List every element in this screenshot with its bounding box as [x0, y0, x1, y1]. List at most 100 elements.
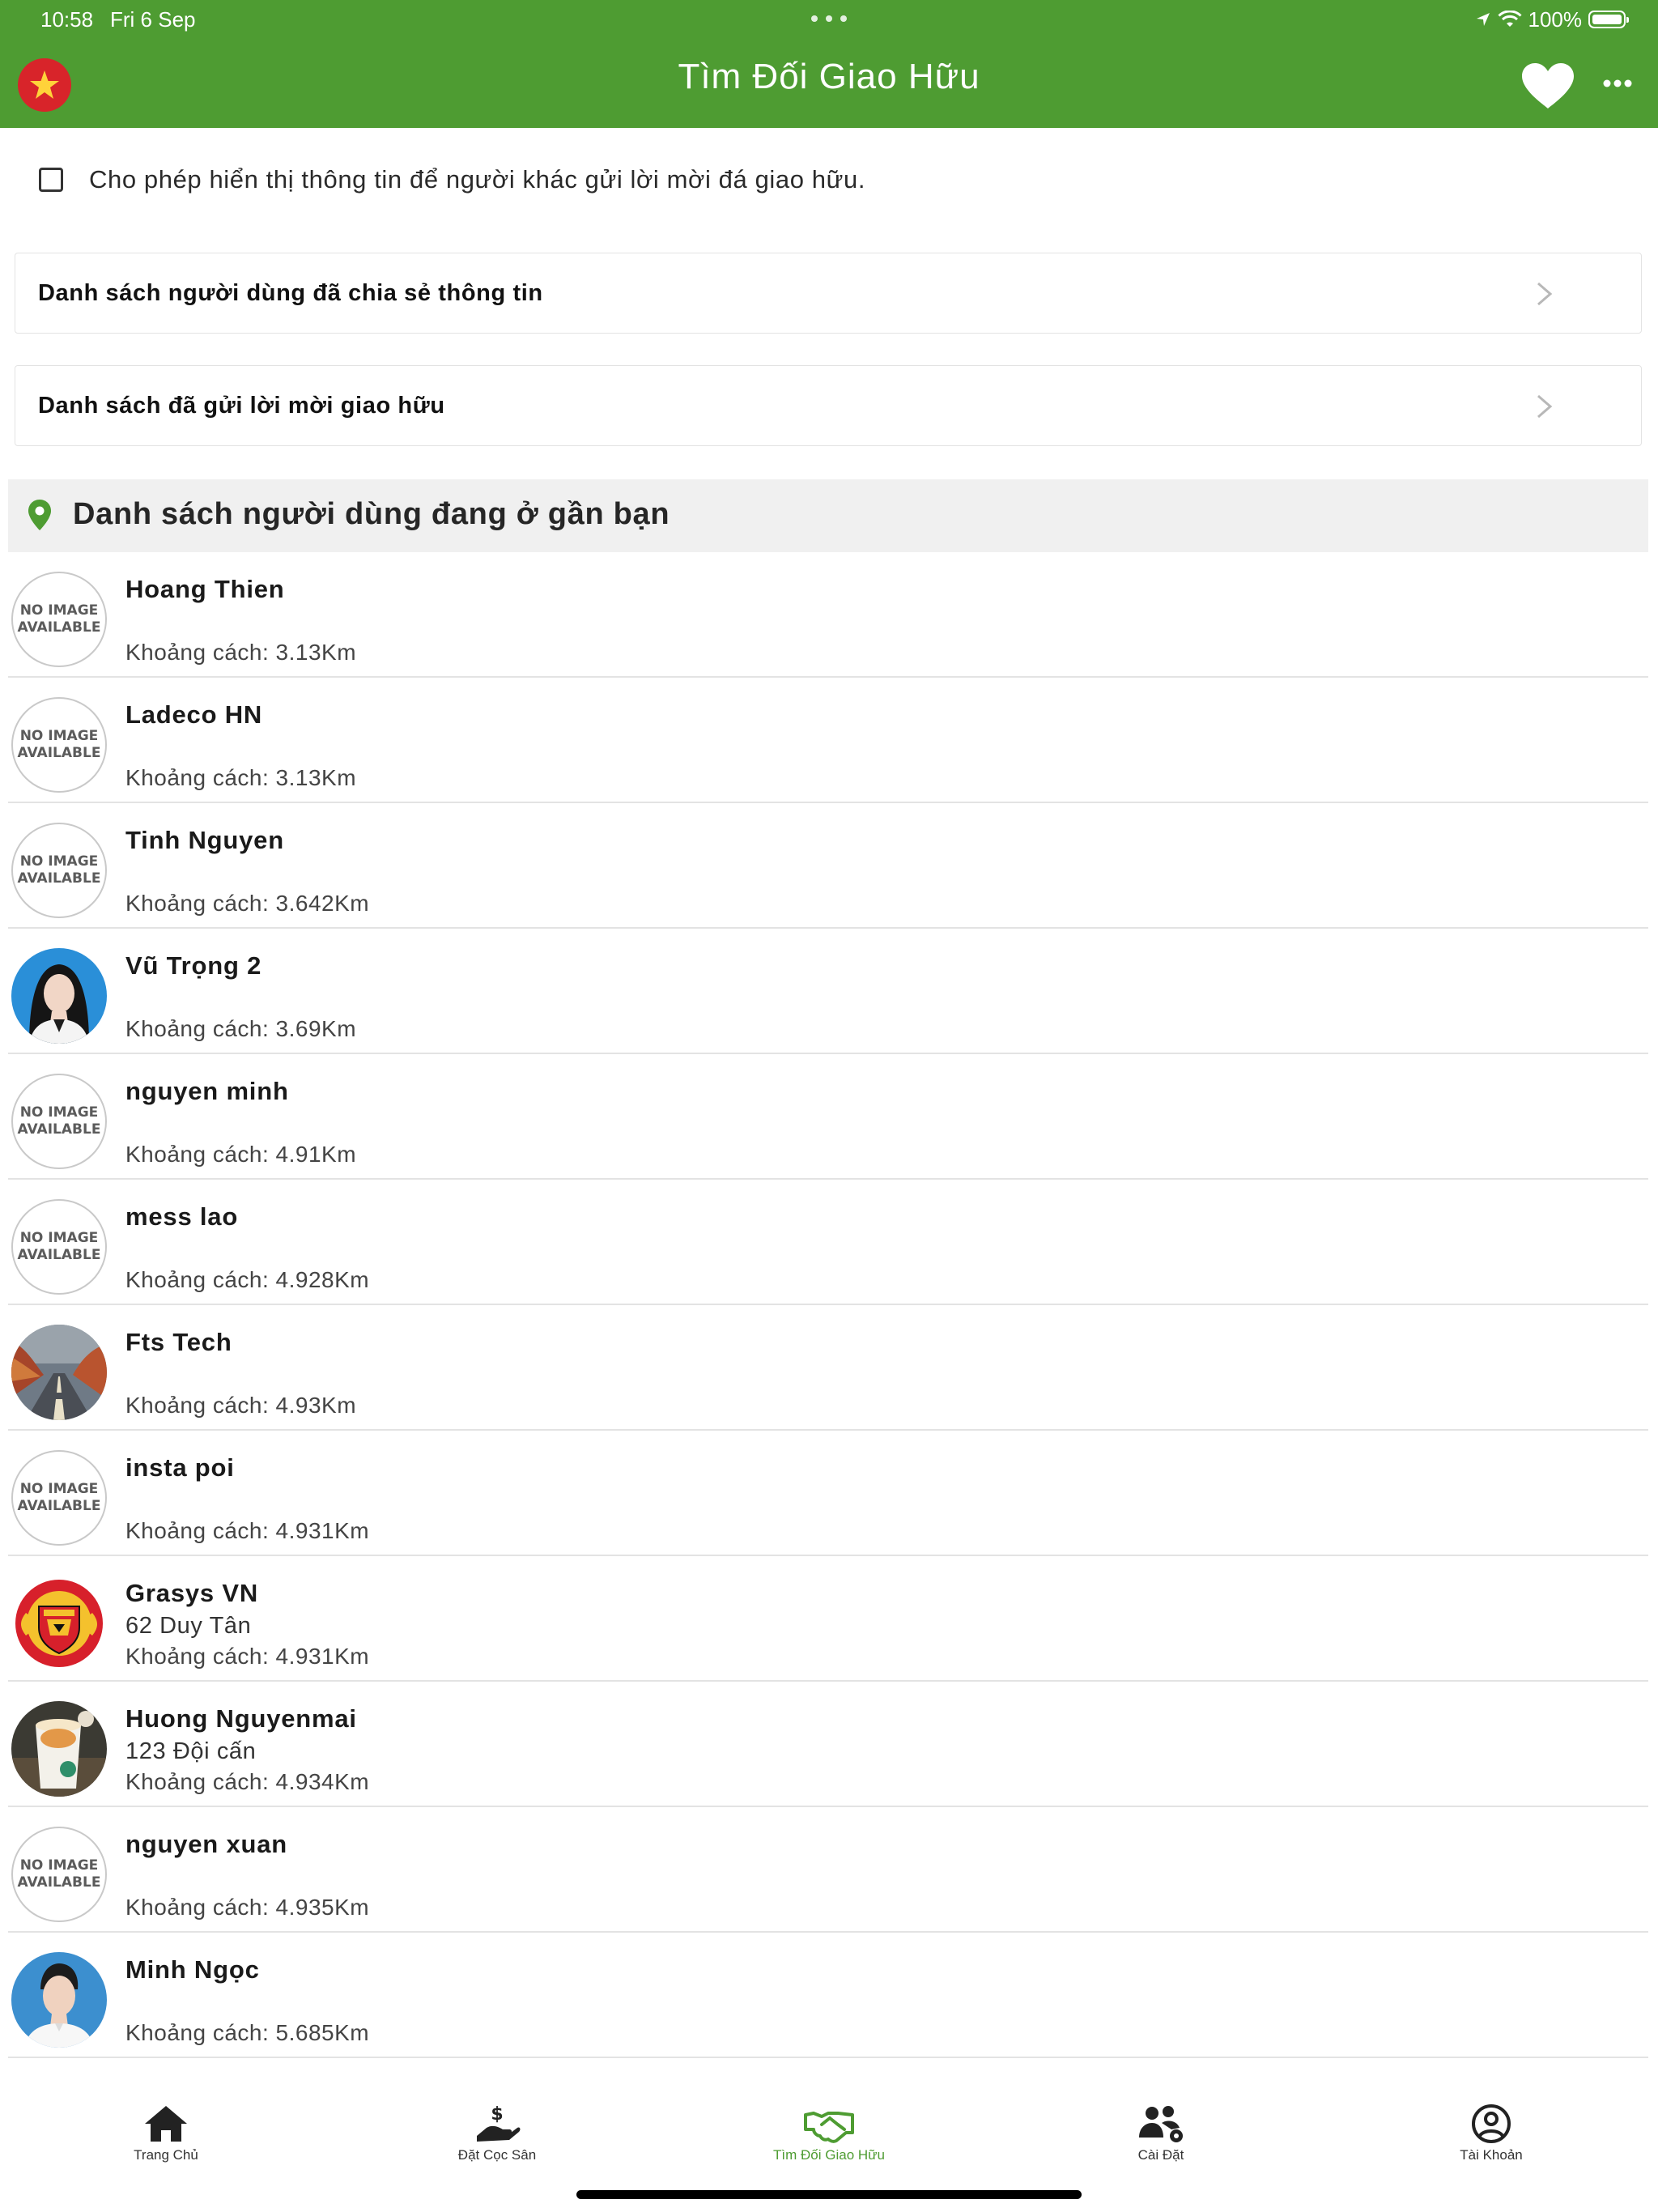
user-distance: Khoảng cách: 4.931Km	[125, 1644, 370, 1669]
shared-users-list-link[interactable]: Danh sách người dùng đã chia sẻ thông ti…	[15, 253, 1642, 334]
user-avatar-photo	[11, 1325, 107, 1420]
user-distance: Khoảng cách: 3.69Km	[125, 1016, 357, 1041]
user-row[interactable]: NO IMAGE AVAILABLE insta poi Khoảng cách…	[8, 1431, 1648, 1556]
user-avatar-photo	[11, 948, 107, 1044]
tab-find-match[interactable]: Tìm Đối Giao Hữu	[732, 2104, 926, 2163]
tab-home[interactable]: Trang Chủ	[69, 2104, 263, 2163]
user-row[interactable]: Fts Tech Khoảng cách: 4.93Km	[8, 1305, 1648, 1431]
user-distance: Khoảng cách: 3.13Km	[125, 765, 357, 790]
no-image-avatar: NO IMAGE AVAILABLE	[11, 572, 107, 667]
nearby-users-list: NO IMAGE AVAILABLE Hoang Thien Khoảng cá…	[8, 552, 1648, 2058]
user-distance: Khoảng cách: 4.934Km	[125, 1769, 370, 1794]
multitasking-dots-icon[interactable]	[810, 15, 848, 23]
handshake-icon	[804, 2112, 854, 2143]
user-avatar-photo	[11, 1701, 107, 1797]
status-date: Fri 6 Sep	[110, 7, 196, 32]
user-row[interactable]: Vũ Trọng 2 Khoảng cách: 3.69Km	[8, 929, 1648, 1054]
shared-users-list-label: Danh sách người dùng đã chia sẻ thông ti…	[38, 280, 543, 306]
top-bar: 10:58 Fri 6 Sep 100% Tìm Đối Giao Hữu	[0, 0, 1658, 128]
user-name: nguyen xuan	[125, 1830, 287, 1858]
team-settings-icon	[1139, 2106, 1183, 2142]
chevron-right-icon	[1537, 282, 1553, 306]
no-image-text: NO IMAGE AVAILABLE	[17, 1230, 101, 1263]
tab-account-label: Tài Khoản	[1460, 2147, 1523, 2163]
user-distance: Khoảng cách: 5.685Km	[125, 2020, 370, 2045]
status-time: 10:58	[40, 7, 94, 32]
no-image-avatar: NO IMAGE AVAILABLE	[11, 1827, 107, 1922]
user-row[interactable]: NO IMAGE AVAILABLE nguyen minh Khoảng cá…	[8, 1054, 1648, 1180]
user-name: nguyen minh	[125, 1077, 289, 1105]
tab-home-label: Trang Chủ	[134, 2147, 198, 2163]
share-info-consent[interactable]: Cho phép hiển thị thông tin để người khá…	[39, 165, 865, 194]
tab-deposit-label: Đặt Cọc Sân	[457, 2147, 537, 2163]
svg-text:$: $	[491, 2104, 503, 2125]
battery-icon	[1588, 11, 1629, 28]
no-image-text: NO IMAGE AVAILABLE	[17, 602, 101, 636]
user-avatar-photo	[11, 1952, 107, 2048]
autumn-road-image	[11, 1325, 107, 1420]
home-indicator[interactable]	[576, 2190, 1082, 2199]
user-row[interactable]: NO IMAGE AVAILABLE Hoang Thien Khoảng cá…	[8, 552, 1648, 678]
share-info-checkbox[interactable]	[39, 168, 63, 192]
tab-settings[interactable]: Cài Đặt	[1064, 2104, 1258, 2163]
status-indicators: 100%	[1475, 5, 1629, 34]
no-image-avatar: NO IMAGE AVAILABLE	[11, 1450, 107, 1546]
user-name: Huong Nguyenmai	[125, 1704, 357, 1733]
no-image-avatar: NO IMAGE AVAILABLE	[11, 823, 107, 918]
no-image-text: NO IMAGE AVAILABLE	[17, 728, 101, 761]
user-avatar-logo	[11, 1576, 107, 1671]
user-address: 62 Duy Tân	[125, 1613, 252, 1639]
favorite-heart-icon[interactable]	[1520, 62, 1575, 110]
user-row[interactable]: NO IMAGE AVAILABLE mess lao Khoảng cách:…	[8, 1180, 1648, 1305]
user-name: Hoang Thien	[125, 575, 285, 603]
user-distance: Khoảng cách: 4.935Km	[125, 1895, 370, 1920]
user-row[interactable]: Huong Nguyenmai 123 Đội cấn Khoảng cách:…	[8, 1682, 1648, 1807]
no-image-text: NO IMAGE AVAILABLE	[17, 1481, 101, 1514]
portrait-man-image	[11, 1952, 107, 2048]
share-info-label: Cho phép hiển thị thông tin để người khá…	[89, 165, 866, 194]
deposit-icon: $	[477, 2104, 521, 2142]
location-arrow-icon	[1476, 13, 1490, 26]
user-distance: Khoảng cách: 4.928Km	[125, 1267, 370, 1292]
no-image-text: NO IMAGE AVAILABLE	[17, 1857, 101, 1891]
chevron-right-icon	[1537, 394, 1553, 419]
nearby-users-header: Danh sách người dùng đang ở gần bạn	[8, 479, 1648, 552]
no-image-text: NO IMAGE AVAILABLE	[17, 853, 101, 887]
user-distance: Khoảng cách: 4.93Km	[125, 1393, 357, 1418]
location-pin-icon	[28, 500, 51, 530]
user-name: Vũ Trọng 2	[125, 951, 262, 980]
account-icon	[1472, 2104, 1511, 2143]
user-name: insta poi	[125, 1453, 235, 1482]
no-image-text: NO IMAGE AVAILABLE	[17, 1104, 101, 1138]
battery-percent: 100%	[1528, 6, 1583, 32]
user-row[interactable]: NO IMAGE AVAILABLE nguyen xuan Khoảng cá…	[8, 1807, 1648, 1933]
user-row[interactable]: Minh Ngọc Khoảng cách: 5.685Km	[8, 1933, 1648, 2058]
portrait-woman-image	[11, 948, 107, 1044]
nearby-users-title: Danh sách người dùng đang ở gần bạn	[73, 497, 670, 531]
user-row[interactable]: NO IMAGE AVAILABLE Ladeco HN Khoảng cách…	[8, 678, 1648, 803]
no-image-avatar: NO IMAGE AVAILABLE	[11, 1199, 107, 1295]
user-row[interactable]: NO IMAGE AVAILABLE Tinh Nguyen Khoảng cá…	[8, 803, 1648, 929]
user-row[interactable]: Grasys VN 62 Duy Tân Khoảng cách: 4.931K…	[8, 1556, 1648, 1682]
user-distance: Khoảng cách: 4.91Km	[125, 1142, 357, 1167]
tab-find-match-label: Tìm Đối Giao Hữu	[773, 2147, 885, 2163]
user-name: Ladeco HN	[125, 700, 263, 729]
no-image-avatar: NO IMAGE AVAILABLE	[11, 1074, 107, 1169]
tab-settings-label: Cài Đặt	[1137, 2147, 1184, 2163]
tab-deposit[interactable]: $ Đặt Cọc Sân	[400, 2104, 594, 2163]
user-name: Fts Tech	[125, 1328, 232, 1356]
user-name: Tinh Nguyen	[125, 826, 284, 854]
more-options-icon[interactable]	[1603, 78, 1632, 89]
user-distance: Khoảng cách: 3.642Km	[125, 891, 370, 916]
user-name: Minh Ngọc	[125, 1955, 260, 1984]
user-distance: Khoảng cách: 4.931Km	[125, 1518, 370, 1543]
tab-account[interactable]: Tài Khoản	[1394, 2104, 1588, 2163]
club-crest-icon	[11, 1576, 107, 1671]
user-distance: Khoảng cách: 3.13Km	[125, 640, 357, 665]
sent-invitations-list-link[interactable]: Danh sách đã gửi lời mời giao hữu	[15, 365, 1642, 446]
home-icon	[145, 2106, 187, 2142]
user-name: mess lao	[125, 1202, 239, 1231]
page-title: Tìm Đối Giao Hữu	[678, 57, 980, 96]
wifi-icon	[1497, 11, 1522, 27]
sent-invitations-list-label: Danh sách đã gửi lời mời giao hữu	[38, 393, 445, 419]
